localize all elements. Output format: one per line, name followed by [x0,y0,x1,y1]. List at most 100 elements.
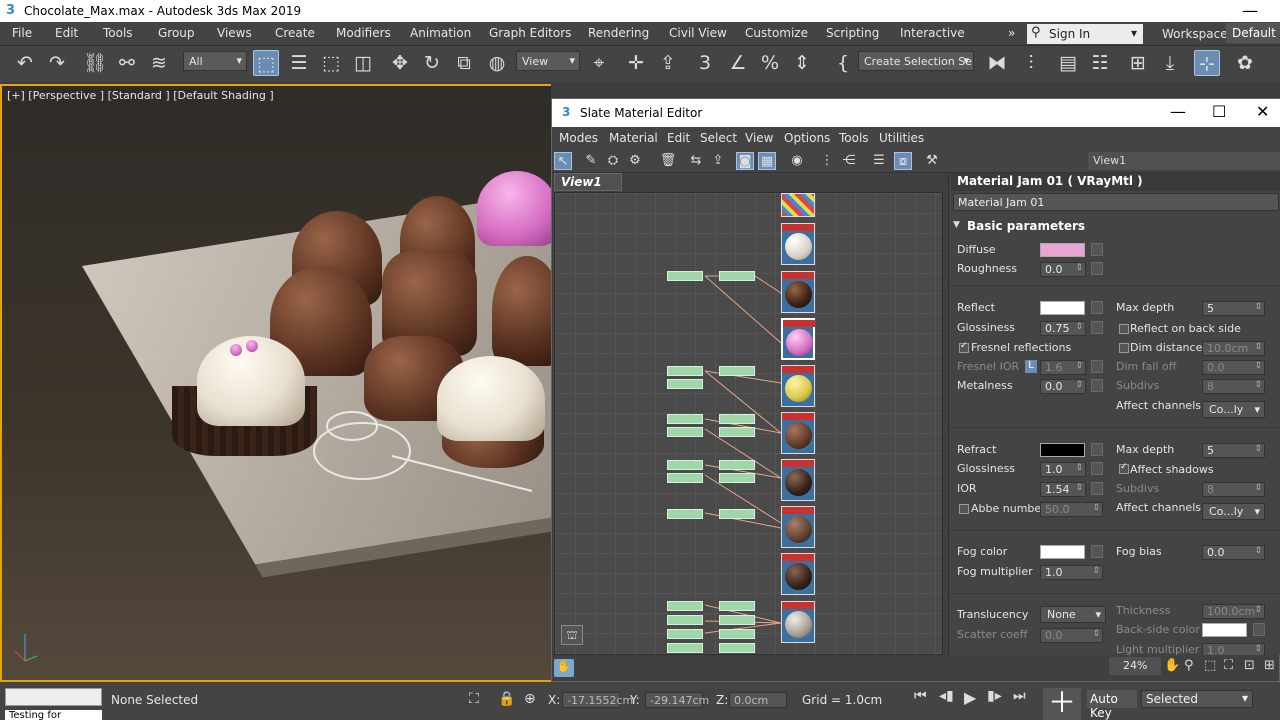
viewport-label[interactable]: [+] [Perspective ] [Standard ] [Default … [7,89,274,102]
material-name-field[interactable]: Material Jam 01 [953,193,1279,211]
select-by-name-icon[interactable]: ☰ [286,50,312,76]
metalness-map-button[interactable] [1091,379,1103,392]
refract-affect-channels-dropdown[interactable]: Co...ly [1202,503,1265,520]
refract-subdivs-spinner[interactable]: 8 [1202,482,1265,497]
menu-tools[interactable]: Tools [103,26,133,40]
auto-key-button[interactable]: Auto Key [1087,690,1137,720]
translucency-dropdown[interactable]: None [1040,606,1106,623]
perspective-viewport[interactable]: [+] [Perspective ] [Standard ] [Default … [0,84,551,682]
menu-view[interactable]: View [745,131,773,145]
fresnel-ior-lock-button[interactable]: L [1025,360,1037,373]
fog-multiplier-spinner[interactable]: 1.0 [1040,565,1103,580]
assign-material-icon[interactable]: ⚙ [626,152,644,170]
rotate-icon[interactable]: ↻ [419,50,445,76]
metalness-spinner[interactable]: 0.0 [1040,379,1086,394]
graph-node[interactable] [719,427,755,437]
layout-all-icon[interactable]: ⋮ [818,152,836,170]
key-filter-dropdown[interactable]: Selected [1141,690,1253,708]
menu-rendering[interactable]: Rendering [588,26,649,40]
layout-children-icon[interactable]: ⋲ [840,152,858,170]
set-key-icon[interactable]: ＋ [1043,688,1081,720]
graph-node[interactable] [719,615,755,625]
go-to-end-icon[interactable]: ⏭ [1013,688,1026,704]
back-side-map-button[interactable] [1253,623,1265,636]
workspace-value[interactable]: Default [1226,23,1280,43]
menu-options[interactable]: Options [784,131,830,145]
reflect-back-checkbox[interactable] [1119,324,1129,334]
material-node[interactable] [781,271,815,313]
menu-edit[interactable]: Edit [55,26,78,40]
graph-node[interactable] [667,509,703,519]
graph-node[interactable] [719,271,755,281]
menu-select[interactable]: Select [700,131,737,145]
keyboard-shortcut-icon[interactable]: ⇪ [655,50,681,76]
diffuse-color-swatch[interactable] [1040,243,1085,257]
refract-glossiness-spinner[interactable]: 1.0 [1040,462,1086,477]
abbe-checkbox[interactable] [959,504,969,514]
menu-civil-view[interactable]: Civil View [669,26,727,40]
graph-node[interactable] [667,601,703,611]
menu-customize[interactable]: Customize [745,26,808,40]
hide-unused-icon[interactable]: ⇪ [709,152,727,170]
unlink-icon[interactable]: ⚯ [114,50,140,76]
snaps-icon[interactable]: 3 [692,50,718,76]
graph-node[interactable] [667,366,703,376]
fog-bias-spinner[interactable]: 0.0 [1202,545,1265,560]
menu-views[interactable]: Views [217,26,252,40]
menu-overflow-icon[interactable]: » [1008,26,1015,40]
sample-icon[interactable]: ◉ [788,152,806,170]
thickness-spinner[interactable]: 100.0cm [1202,604,1265,619]
back-side-color-swatch[interactable] [1202,623,1247,637]
pivot-icon[interactable]: ⌖ [586,50,612,76]
minimize-icon[interactable]: — [1170,102,1186,121]
dim-falloff-spinner[interactable]: 0.0 [1202,360,1265,375]
move-icon[interactable]: ✥ [387,50,413,76]
close-icon[interactable]: ✕ [1256,102,1269,121]
glossiness-spinner[interactable]: 0.75 [1040,321,1086,336]
menu-file[interactable]: File [12,26,32,40]
menu-group[interactable]: Group [158,26,195,40]
refract-color-swatch[interactable] [1040,443,1085,457]
graph-node[interactable] [719,460,755,470]
zoom-dropdown[interactable]: 24% [1109,657,1161,675]
zoom-extents-all-icon[interactable]: ⊞ [1264,658,1275,673]
percent-snap-icon[interactable]: % [757,50,783,76]
selection-lock-icon[interactable]: 🔒 [498,691,515,707]
placement-icon[interactable]: ◍ [484,50,510,76]
refract-max-depth-spinner[interactable]: 5 [1202,443,1265,458]
window-crossing-icon[interactable]: ◫ [350,50,376,76]
select-tool-icon[interactable]: ↖ [554,152,572,170]
material-node-texture[interactable] [781,193,815,217]
menu-graph-editors[interactable]: Graph Editors [489,26,571,40]
ior-spinner[interactable]: 1.54 [1040,482,1086,497]
roughness-spinner[interactable]: 0.0 [1040,262,1086,277]
graph-node[interactable] [719,414,755,424]
fog-color-swatch[interactable] [1040,545,1085,559]
graph-node[interactable] [667,414,703,424]
link-icon[interactable]: ⛓ [82,50,108,76]
go-to-start-icon[interactable]: ⏮ [914,688,927,704]
material-node-jam-selected[interactable] [781,318,815,360]
material-node[interactable] [781,506,815,548]
ribbon-icon[interactable]: ⊞ [1125,50,1151,76]
menu-edit[interactable]: Edit [667,131,690,145]
fresnel-checkbox[interactable] [959,341,969,353]
material-node[interactable] [781,365,815,407]
show-map-icon[interactable]: ◙ [736,152,754,170]
rollout-toggle-icon[interactable]: ▼ [953,220,960,230]
tab-view1[interactable]: View1 [554,173,622,191]
put-material-icon[interactable]: ⛭ [604,152,622,170]
navigator-icon[interactable]: ⛫ [561,625,583,645]
maxscript-listener[interactable] [5,688,102,706]
graph-node[interactable] [667,629,703,639]
reference-coord-dropdown[interactable]: View [516,51,580,71]
maximize-icon[interactable]: ☐ [1212,102,1226,121]
material-editor-icon[interactable]: ✿ [1232,50,1258,76]
z-coordinate-field[interactable]: 0.0cm [729,692,787,708]
graph-node[interactable] [719,643,755,653]
reflect-color-swatch[interactable] [1040,301,1085,315]
affect-shadows-checkbox[interactable] [1119,462,1129,474]
material-node[interactable] [781,459,815,501]
menu-interactive[interactable]: Interactive [900,26,965,40]
zoom-selected-icon[interactable]: ⊡ [1244,658,1255,673]
